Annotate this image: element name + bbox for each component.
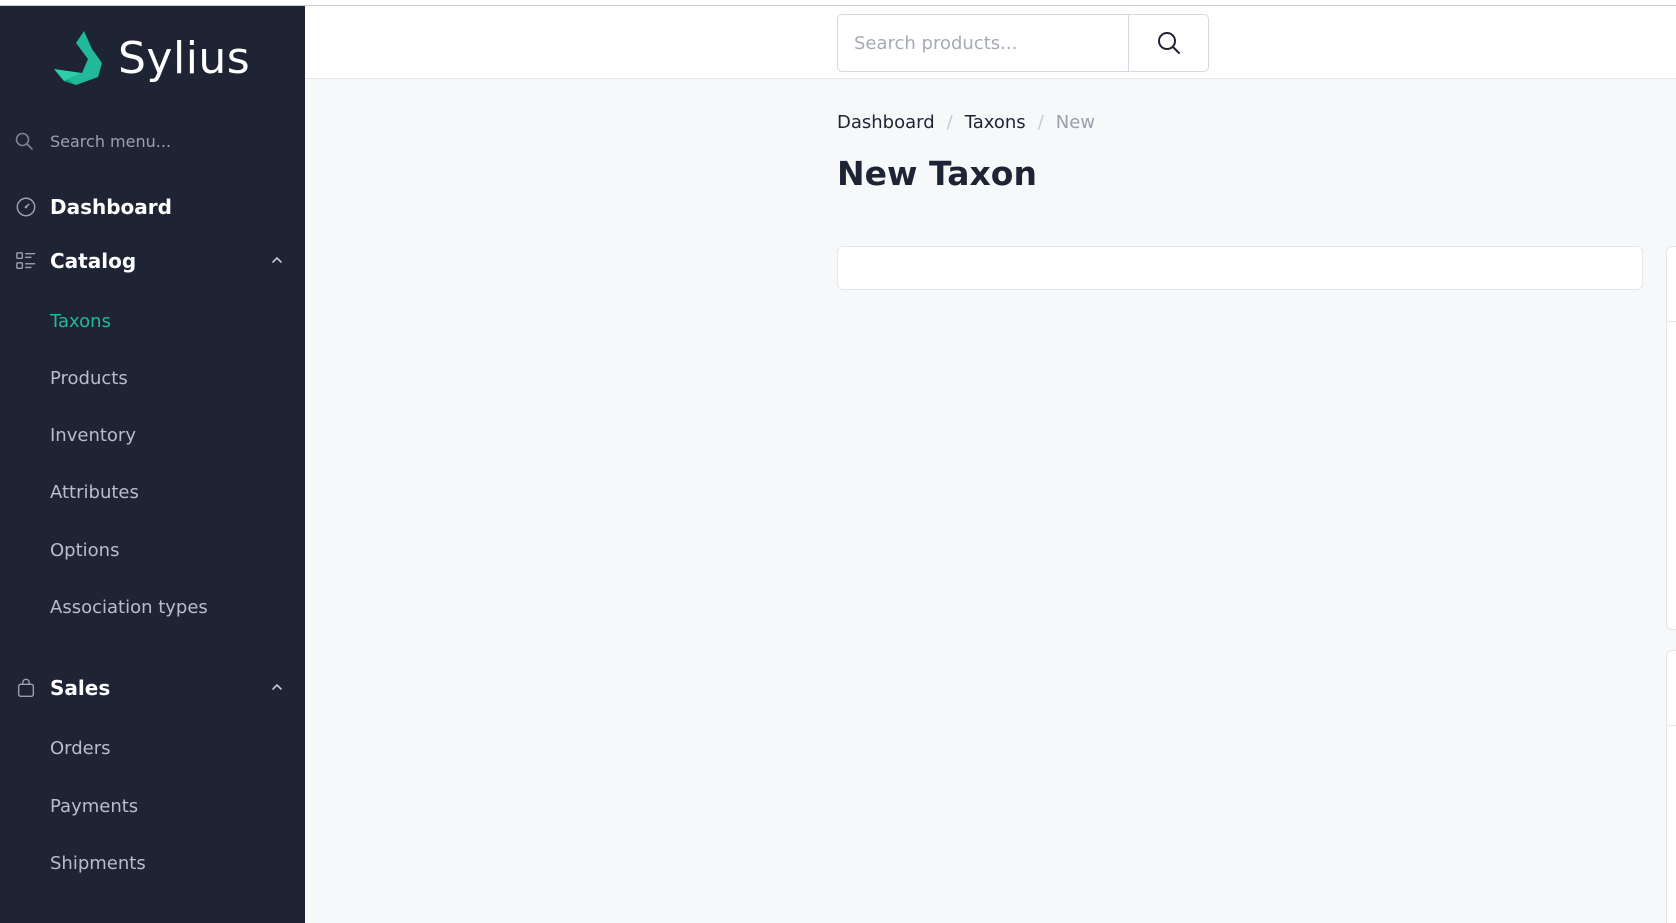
gauge-icon <box>14 195 38 219</box>
sidebar-group-sales[interactable]: Sales <box>14 668 294 708</box>
search-icon <box>15 132 33 150</box>
breadcrumb: Dashboard / Taxons / New <box>837 112 1095 133</box>
card-divider <box>1667 725 1676 726</box>
breadcrumb-separator: / <box>946 112 953 133</box>
sidebar-item-inventory[interactable]: Inventory <box>50 420 136 450</box>
menu-search-input[interactable] <box>50 131 280 151</box>
sidebar-item-options[interactable]: Options <box>50 535 119 565</box>
top-bar <box>305 6 1676 79</box>
breadcrumb-dashboard[interactable]: Dashboard <box>837 112 935 133</box>
sidebar-item-taxons[interactable]: Taxons <box>50 306 111 336</box>
chevron-up-icon <box>272 683 282 690</box>
sidebar-group-label: Sales <box>50 676 111 700</box>
brand-name: Sylius <box>118 32 251 84</box>
list-details-icon <box>14 249 38 273</box>
sidebar-item-shipments[interactable]: Shipments <box>50 848 146 878</box>
brand-logo[interactable]: Sylius <box>54 26 254 90</box>
side-panel-card-secondary <box>1666 650 1676 923</box>
product-search-input[interactable] <box>838 15 1128 71</box>
breadcrumb-taxons[interactable]: Taxons <box>965 112 1026 133</box>
sidebar-item-association-types[interactable]: Association types <box>50 592 208 622</box>
page-title: New Taxon <box>837 154 1037 193</box>
sidebar-item-dashboard[interactable]: Dashboard <box>14 187 294 227</box>
breadcrumb-current: New <box>1055 112 1096 133</box>
side-panel-card <box>1666 246 1676 630</box>
sylius-logo-icon <box>54 31 102 85</box>
sidebar-group-label: Catalog <box>50 249 137 273</box>
search-button[interactable] <box>1128 15 1208 71</box>
product-search <box>837 14 1209 72</box>
shopping-bag-icon <box>14 676 38 700</box>
menu-search <box>14 126 294 156</box>
content-card <box>837 246 1643 290</box>
search-icon <box>1157 32 1180 54</box>
sidebar-item-payments[interactable]: Payments <box>50 791 138 821</box>
sidebar-item-label: Dashboard <box>50 195 172 219</box>
sidebar-item-orders[interactable]: Orders <box>50 733 111 763</box>
sidebar: Sylius Dashboard <box>0 6 305 923</box>
chevron-up-icon <box>272 256 282 263</box>
sidebar-item-products[interactable]: Products <box>50 363 128 393</box>
breadcrumb-separator: / <box>1037 112 1044 133</box>
card-divider <box>1667 321 1676 322</box>
sidebar-item-attributes[interactable]: Attributes <box>50 477 139 507</box>
sidebar-group-catalog[interactable]: Catalog <box>14 241 294 281</box>
